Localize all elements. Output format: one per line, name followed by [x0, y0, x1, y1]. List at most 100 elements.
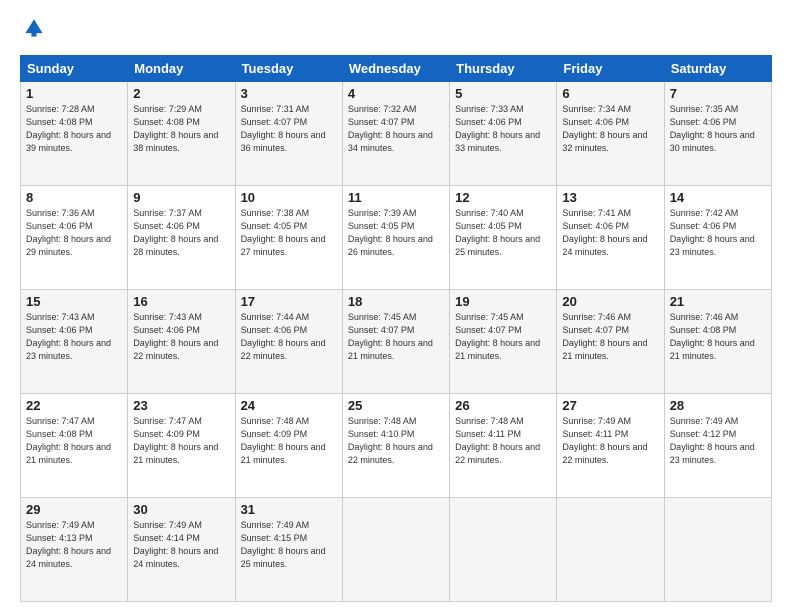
day-cell: [450, 498, 557, 602]
weekday-header-friday: Friday: [557, 56, 664, 82]
day-number: 8: [26, 190, 122, 205]
day-cell: 17 Sunrise: 7:44 AMSunset: 4:06 PMDayligh…: [235, 290, 342, 394]
day-info: Sunrise: 7:36 AMSunset: 4:06 PMDaylight:…: [26, 208, 111, 257]
day-info: Sunrise: 7:39 AMSunset: 4:05 PMDaylight:…: [348, 208, 433, 257]
day-number: 3: [241, 86, 337, 101]
day-cell: [664, 498, 771, 602]
day-cell: 27 Sunrise: 7:49 AMSunset: 4:11 PMDayligh…: [557, 394, 664, 498]
day-number: 21: [670, 294, 766, 309]
weekday-header-tuesday: Tuesday: [235, 56, 342, 82]
day-number: 9: [133, 190, 229, 205]
day-cell: 18 Sunrise: 7:45 AMSunset: 4:07 PMDayligh…: [342, 290, 449, 394]
day-info: Sunrise: 7:49 AMSunset: 4:11 PMDaylight:…: [562, 416, 647, 465]
day-cell: 28Sunrise: 7:49 AMSunset: 4:12 PMDayligh…: [664, 394, 771, 498]
day-info: Sunrise: 7:46 AMSunset: 4:08 PMDaylight:…: [670, 312, 755, 361]
day-cell: 2Sunrise: 7:29 AMSunset: 4:08 PMDaylight…: [128, 82, 235, 186]
day-info: Sunrise: 7:37 AMSunset: 4:06 PMDaylight:…: [133, 208, 218, 257]
day-cell: 7 Sunrise: 7:35 AMSunset: 4:06 PMDaylight…: [664, 82, 771, 186]
day-info: Sunrise: 7:35 AMSunset: 4:06 PMDaylight:…: [670, 104, 755, 153]
day-number: 26: [455, 398, 551, 413]
day-number: 17: [241, 294, 337, 309]
day-number: 7: [670, 86, 766, 101]
week-row-3: 15Sunrise: 7:43 AMSunset: 4:06 PMDayligh…: [21, 290, 772, 394]
day-cell: 13 Sunrise: 7:41 AMSunset: 4:06 PMDayligh…: [557, 186, 664, 290]
day-info: Sunrise: 7:40 AMSunset: 4:05 PMDaylight:…: [455, 208, 540, 257]
day-info: Sunrise: 7:41 AMSunset: 4:06 PMDaylight:…: [562, 208, 647, 257]
day-cell: 5 Sunrise: 7:33 AMSunset: 4:06 PMDaylight…: [450, 82, 557, 186]
day-cell: 22 Sunrise: 7:47 AMSunset: 4:08 PMDayligh…: [21, 394, 128, 498]
weekday-header-wednesday: Wednesday: [342, 56, 449, 82]
day-info: Sunrise: 7:45 AMSunset: 4:07 PMDaylight:…: [455, 312, 540, 361]
day-number: 5: [455, 86, 551, 101]
day-cell: 10Sunrise: 7:38 AMSunset: 4:05 PMDayligh…: [235, 186, 342, 290]
week-row-1: 1Sunrise: 7:28 AMSunset: 4:08 PMDaylight…: [21, 82, 772, 186]
day-number: 23: [133, 398, 229, 413]
day-number: 11: [348, 190, 444, 205]
day-cell: 23 Sunrise: 7:47 AMSunset: 4:09 PMDayligh…: [128, 394, 235, 498]
day-number: 29: [26, 502, 122, 517]
day-info: Sunrise: 7:33 AMSunset: 4:06 PMDaylight:…: [455, 104, 540, 153]
week-row-2: 8 Sunrise: 7:36 AMSunset: 4:06 PMDaylight…: [21, 186, 772, 290]
day-number: 1: [26, 86, 122, 101]
day-cell: 31 Sunrise: 7:49 AMSunset: 4:15 PMDayligh…: [235, 498, 342, 602]
day-number: 6: [562, 86, 658, 101]
weekday-header-row: SundayMondayTuesdayWednesdayThursdayFrid…: [21, 56, 772, 82]
day-number: 30: [133, 502, 229, 517]
day-info: Sunrise: 7:49 AMSunset: 4:12 PMDaylight:…: [670, 416, 755, 465]
weekday-header-sunday: Sunday: [21, 56, 128, 82]
day-info: Sunrise: 7:43 AMSunset: 4:06 PMDaylight:…: [133, 312, 218, 361]
day-number: 24: [241, 398, 337, 413]
weekday-header-monday: Monday: [128, 56, 235, 82]
day-number: 12: [455, 190, 551, 205]
day-number: 27: [562, 398, 658, 413]
day-cell: 20 Sunrise: 7:46 AMSunset: 4:07 PMDayligh…: [557, 290, 664, 394]
day-info: Sunrise: 7:43 AMSunset: 4:06 PMDaylight:…: [26, 312, 111, 361]
day-info: Sunrise: 7:45 AMSunset: 4:07 PMDaylight:…: [348, 312, 433, 361]
day-info: Sunrise: 7:47 AMSunset: 4:09 PMDaylight:…: [133, 416, 218, 465]
day-info: Sunrise: 7:29 AMSunset: 4:08 PMDaylight:…: [133, 104, 218, 153]
day-cell: 16 Sunrise: 7:43 AMSunset: 4:06 PMDayligh…: [128, 290, 235, 394]
logo: [20, 16, 50, 45]
day-info: Sunrise: 7:49 AMSunset: 4:15 PMDaylight:…: [241, 520, 326, 569]
day-number: 10: [241, 190, 337, 205]
day-cell: 11 Sunrise: 7:39 AMSunset: 4:05 PMDayligh…: [342, 186, 449, 290]
header: [20, 16, 772, 45]
day-number: 16: [133, 294, 229, 309]
calendar-table: SundayMondayTuesdayWednesdayThursdayFrid…: [20, 55, 772, 602]
day-cell: 15Sunrise: 7:43 AMSunset: 4:06 PMDayligh…: [21, 290, 128, 394]
day-cell: 4 Sunrise: 7:32 AMSunset: 4:07 PMDaylight…: [342, 82, 449, 186]
day-cell: 24 Sunrise: 7:48 AMSunset: 4:09 PMDayligh…: [235, 394, 342, 498]
day-cell: 21 Sunrise: 7:46 AMSunset: 4:08 PMDayligh…: [664, 290, 771, 394]
day-cell: [342, 498, 449, 602]
day-info: Sunrise: 7:49 AMSunset: 4:14 PMDaylight:…: [133, 520, 218, 569]
day-info: Sunrise: 7:32 AMSunset: 4:07 PMDaylight:…: [348, 104, 433, 153]
day-number: 31: [241, 502, 337, 517]
day-info: Sunrise: 7:49 AMSunset: 4:13 PMDaylight:…: [26, 520, 111, 569]
day-cell: 8 Sunrise: 7:36 AMSunset: 4:06 PMDaylight…: [21, 186, 128, 290]
day-info: Sunrise: 7:42 AMSunset: 4:06 PMDaylight:…: [670, 208, 755, 257]
day-info: Sunrise: 7:46 AMSunset: 4:07 PMDaylight:…: [562, 312, 647, 361]
week-row-5: 29 Sunrise: 7:49 AMSunset: 4:13 PMDayligh…: [21, 498, 772, 602]
day-cell: 26 Sunrise: 7:48 AMSunset: 4:11 PMDayligh…: [450, 394, 557, 498]
day-number: 20: [562, 294, 658, 309]
day-number: 18: [348, 294, 444, 309]
day-number: 25: [348, 398, 444, 413]
day-cell: 12 Sunrise: 7:40 AMSunset: 4:05 PMDayligh…: [450, 186, 557, 290]
day-info: Sunrise: 7:48 AMSunset: 4:09 PMDaylight:…: [241, 416, 326, 465]
day-info: Sunrise: 7:31 AMSunset: 4:07 PMDaylight:…: [241, 104, 326, 153]
day-cell: 14Sunrise: 7:42 AMSunset: 4:06 PMDayligh…: [664, 186, 771, 290]
day-number: 13: [562, 190, 658, 205]
weekday-header-thursday: Thursday: [450, 56, 557, 82]
day-number: 19: [455, 294, 551, 309]
day-cell: 9 Sunrise: 7:37 AMSunset: 4:06 PMDaylight…: [128, 186, 235, 290]
day-cell: 25Sunrise: 7:48 AMSunset: 4:10 PMDayligh…: [342, 394, 449, 498]
day-cell: 29 Sunrise: 7:49 AMSunset: 4:13 PMDayligh…: [21, 498, 128, 602]
day-info: Sunrise: 7:48 AMSunset: 4:11 PMDaylight:…: [455, 416, 540, 465]
week-row-4: 22 Sunrise: 7:47 AMSunset: 4:08 PMDayligh…: [21, 394, 772, 498]
page: SundayMondayTuesdayWednesdayThursdayFrid…: [0, 0, 792, 612]
day-number: 4: [348, 86, 444, 101]
day-info: Sunrise: 7:47 AMSunset: 4:08 PMDaylight:…: [26, 416, 111, 465]
day-info: Sunrise: 7:44 AMSunset: 4:06 PMDaylight:…: [241, 312, 326, 361]
day-number: 22: [26, 398, 122, 413]
day-cell: 1Sunrise: 7:28 AMSunset: 4:08 PMDaylight…: [21, 82, 128, 186]
